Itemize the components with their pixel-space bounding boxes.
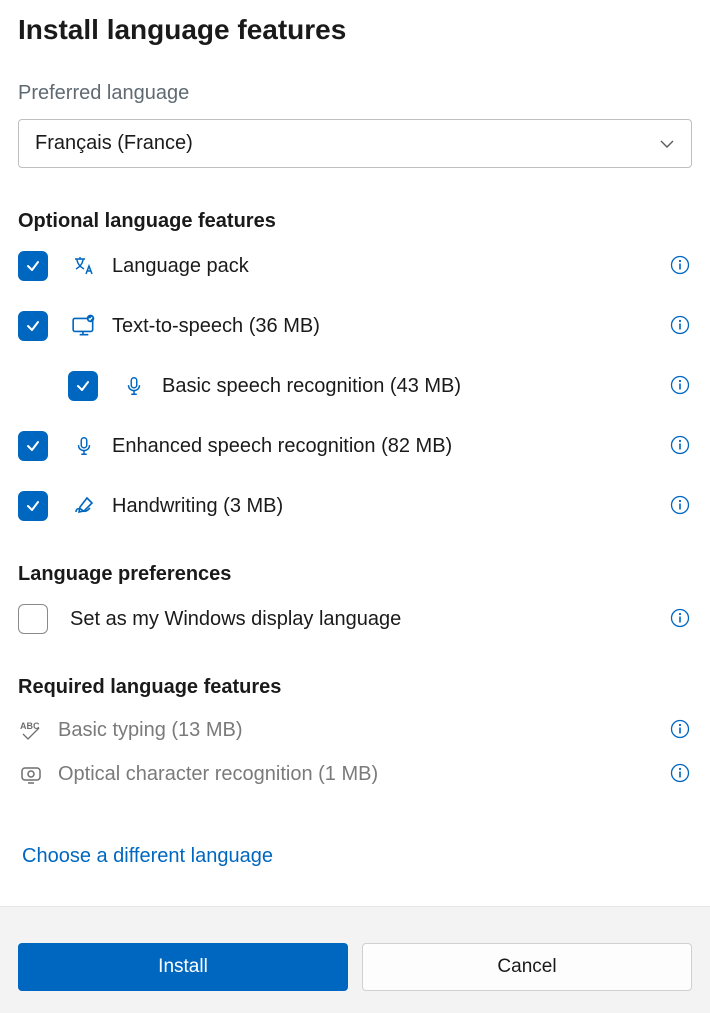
dialog-footer: Install Cancel [0, 906, 710, 1013]
typing-icon: ABC [18, 717, 44, 743]
checkbox-language-pack[interactable] [18, 251, 48, 281]
choose-different-language-link[interactable]: Choose a different language [18, 845, 273, 868]
checkbox-text-to-speech[interactable] [18, 311, 48, 341]
info-icon[interactable] [670, 315, 692, 337]
page-title: Install language features [18, 14, 692, 46]
row-handwriting: Handwriting (3 MB) [18, 491, 692, 521]
label-ocr: Optical character recognition (1 MB) [58, 763, 662, 786]
row-ocr: Optical character recognition (1 MB) [18, 761, 692, 787]
info-icon[interactable] [670, 719, 692, 741]
handwriting-icon [70, 492, 98, 520]
monitor-speech-icon [70, 312, 98, 340]
row-display-language: Set as my Windows display language [18, 604, 692, 634]
row-basic-typing: ABC Basic typing (13 MB) [18, 717, 692, 743]
info-icon[interactable] [670, 435, 692, 457]
info-icon[interactable] [670, 763, 692, 785]
preferred-language-label: Preferred language [18, 82, 692, 105]
cancel-button[interactable]: Cancel [362, 943, 692, 991]
row-enhanced-speech: Enhanced speech recognition (82 MB) [18, 431, 692, 461]
preferred-language-dropdown[interactable]: Français (France) [18, 119, 692, 168]
microphone-icon [120, 372, 148, 400]
optional-features-heading: Optional language features [18, 210, 692, 233]
chevron-down-icon [659, 136, 675, 152]
info-icon[interactable] [670, 375, 692, 397]
language-preferences-heading: Language preferences [18, 563, 692, 586]
label-basic-typing: Basic typing (13 MB) [58, 719, 662, 742]
info-icon[interactable] [670, 495, 692, 517]
row-language-pack: Language pack [18, 251, 692, 281]
language-pack-icon [70, 252, 98, 280]
preferred-language-value: Français (France) [35, 132, 193, 155]
label-enhanced-speech: Enhanced speech recognition (82 MB) [112, 435, 662, 458]
label-language-pack: Language pack [112, 255, 662, 278]
info-icon[interactable] [670, 608, 692, 630]
label-display-language: Set as my Windows display language [70, 608, 662, 631]
checkbox-enhanced-speech[interactable] [18, 431, 48, 461]
install-button[interactable]: Install [18, 943, 348, 991]
microphone-icon [70, 432, 98, 460]
ocr-icon [18, 761, 44, 787]
label-handwriting: Handwriting (3 MB) [112, 495, 662, 518]
checkbox-basic-speech[interactable] [68, 371, 98, 401]
label-basic-speech: Basic speech recognition (43 MB) [162, 375, 662, 398]
row-text-to-speech: Text-to-speech (36 MB) [18, 311, 692, 341]
checkbox-display-language[interactable] [18, 604, 48, 634]
label-text-to-speech: Text-to-speech (36 MB) [112, 315, 662, 338]
row-basic-speech: Basic speech recognition (43 MB) [68, 371, 692, 401]
info-icon[interactable] [670, 255, 692, 277]
checkbox-handwriting[interactable] [18, 491, 48, 521]
required-features-heading: Required language features [18, 676, 692, 699]
